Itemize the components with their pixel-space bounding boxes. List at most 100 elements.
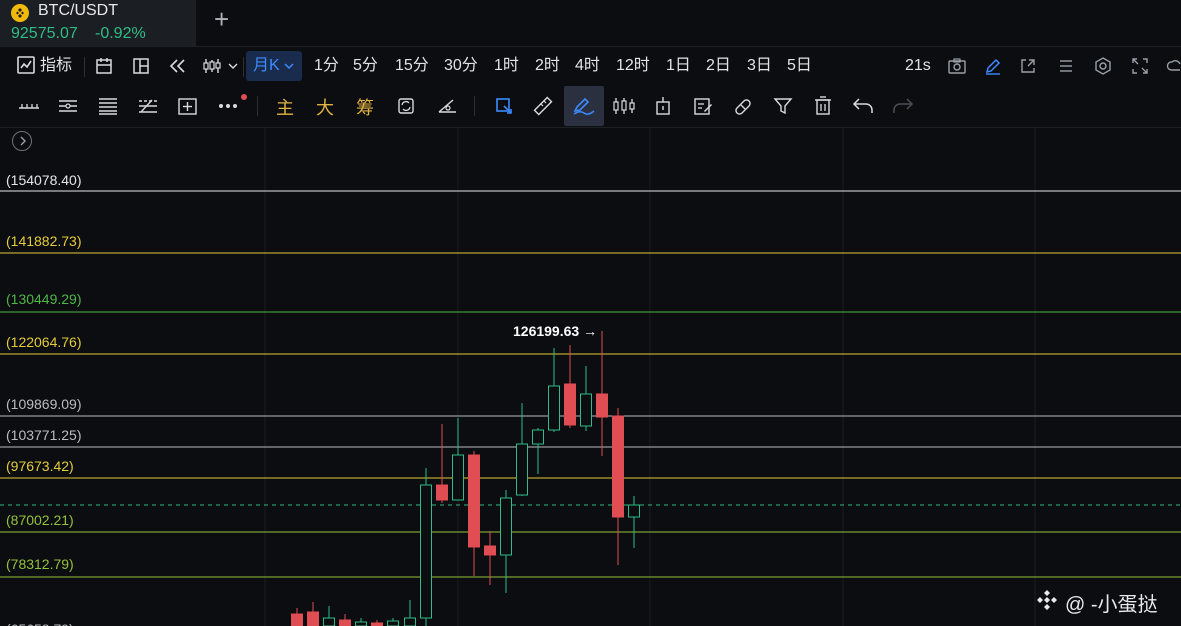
toolbar-divider <box>474 96 475 116</box>
layout-icon[interactable] <box>95 57 113 80</box>
settings-hex-icon[interactable] <box>1094 57 1112 80</box>
drawing-toolbar: 主 大 筹 <box>0 84 1181 128</box>
candle-up <box>628 504 640 518</box>
toolbar-divider <box>243 57 244 77</box>
fullscreen-icon[interactable] <box>1131 57 1149 80</box>
candle-type-icon[interactable] <box>203 57 239 80</box>
measure-icon[interactable] <box>436 96 458 121</box>
top-bar: BTC/USDT 92575.07 -0.92% + <box>0 0 1181 46</box>
candle-down <box>596 393 608 418</box>
big-order-button[interactable]: 大 <box>316 94 334 120</box>
chevron-down-icon <box>284 63 294 70</box>
toolbar-divider <box>84 57 85 77</box>
refresh-countdown: 21s <box>905 57 931 74</box>
interval-toolbar: 指标 月K 1分 5分 15分 30分 1时 2时 4时 12时 1日 2日 3… <box>0 46 1181 84</box>
candle-up <box>500 497 512 556</box>
ruler-icon[interactable] <box>533 96 553 121</box>
add-tab-icon[interactable]: + <box>214 6 229 32</box>
price-chart[interactable]: (154078.40) (141882.73) (130449.29) (122064… <box>0 128 1181 626</box>
chip-distribution-button[interactable]: 筹 <box>356 94 374 120</box>
candle-up <box>580 393 592 427</box>
candle-up <box>323 617 335 626</box>
candle-down <box>484 545 496 556</box>
level-label: (130449.29) <box>5 291 83 307</box>
indicators-button[interactable]: 指标 <box>40 47 72 85</box>
select-cursor-icon[interactable] <box>494 96 514 121</box>
interval-2h[interactable]: 2时 <box>535 47 560 85</box>
candle-up <box>355 621 367 626</box>
interval-5m[interactable]: 5分 <box>353 47 378 85</box>
horizontal-lines-icon[interactable] <box>57 97 79 120</box>
interval-3d[interactable]: 3日 <box>747 47 772 85</box>
candles-icon[interactable] <box>612 96 636 121</box>
symbol-change: -0.92% <box>95 25 146 42</box>
level-label: (97673.42) <box>5 458 75 474</box>
candle-down <box>612 415 624 518</box>
camera-icon[interactable] <box>947 57 967 80</box>
indicator-chart-icon[interactable] <box>17 56 35 79</box>
interval-12h[interactable]: 12时 <box>616 47 650 85</box>
main-indicator-button[interactable]: 主 <box>276 94 294 120</box>
pencil-icon[interactable] <box>984 57 1002 80</box>
candle-down <box>468 454 480 548</box>
interval-1m[interactable]: 1分 <box>314 47 339 85</box>
candle-up <box>452 454 464 501</box>
candle-up <box>548 385 560 431</box>
binance-logo-icon <box>1037 590 1057 610</box>
binance-coin-icon <box>11 4 29 22</box>
interval-2d[interactable]: 2日 <box>706 47 731 85</box>
fib-lines-icon[interactable] <box>97 97 119 120</box>
level-label: (122064.76) <box>5 334 83 350</box>
magnet-icon[interactable] <box>733 96 753 121</box>
candle-up <box>387 620 399 626</box>
candle-down <box>564 383 576 426</box>
candle-up <box>532 429 544 445</box>
symbol-tab[interactable]: BTC/USDT 92575.07 -0.92% <box>0 0 196 46</box>
level-label: (109869.09) <box>5 396 83 412</box>
level-label: (87002.21) <box>5 512 75 528</box>
filter-icon[interactable] <box>773 96 793 121</box>
draw-tool-active[interactable] <box>564 86 604 126</box>
symbol-price: 92575.07 <box>11 25 78 42</box>
candle-down <box>307 611 319 626</box>
expand-panel-button[interactable] <box>12 131 32 151</box>
interval-15m[interactable]: 15分 <box>395 47 429 85</box>
sync-icon[interactable] <box>396 96 416 121</box>
cloud-icon[interactable] <box>1166 57 1181 80</box>
more-icon[interactable] <box>218 94 248 119</box>
chart-canvas <box>0 128 1181 626</box>
level-label: (103771.25) <box>5 427 83 443</box>
replay-icon[interactable] <box>168 57 188 80</box>
interval-4h[interactable]: 4时 <box>575 47 600 85</box>
candle-up <box>516 443 528 496</box>
interval-1d[interactable]: 1日 <box>666 47 691 85</box>
level-label: (154078.40) <box>5 172 83 188</box>
candle-up <box>404 617 416 626</box>
popout-icon[interactable] <box>1019 57 1037 80</box>
list-icon[interactable] <box>1057 57 1075 80</box>
note-edit-icon[interactable] <box>693 96 713 121</box>
undo-icon[interactable] <box>852 96 874 121</box>
horizontal-ray-icon[interactable] <box>18 97 40 120</box>
symbol-name: BTC/USDT <box>38 2 118 19</box>
interval-month-selected[interactable]: 月K <box>246 51 302 81</box>
lock-icon[interactable] <box>654 96 672 121</box>
peak-price-label: 126199.63 → <box>513 323 598 339</box>
redo-icon[interactable] <box>892 96 914 121</box>
crosshair-box-icon[interactable] <box>177 96 199 121</box>
interval-1h[interactable]: 1时 <box>494 47 519 85</box>
level-label: (141882.73) <box>5 233 83 249</box>
watermark-text: @ -小蛋挞 <box>1065 594 1158 616</box>
level-label: (65658.79) <box>5 621 75 626</box>
interval-month-label: 月K <box>253 57 280 74</box>
candle-down <box>291 613 303 626</box>
split-view-icon[interactable] <box>132 57 150 80</box>
interval-30m[interactable]: 30分 <box>444 47 478 85</box>
interval-5d[interactable]: 5日 <box>787 47 812 85</box>
trash-icon[interactable] <box>813 96 833 121</box>
chevron-right-icon <box>20 136 26 146</box>
trend-channel-icon[interactable] <box>137 97 159 120</box>
candle-down <box>436 484 448 501</box>
level-label: (78312.79) <box>5 556 75 572</box>
candle-down <box>339 619 351 626</box>
